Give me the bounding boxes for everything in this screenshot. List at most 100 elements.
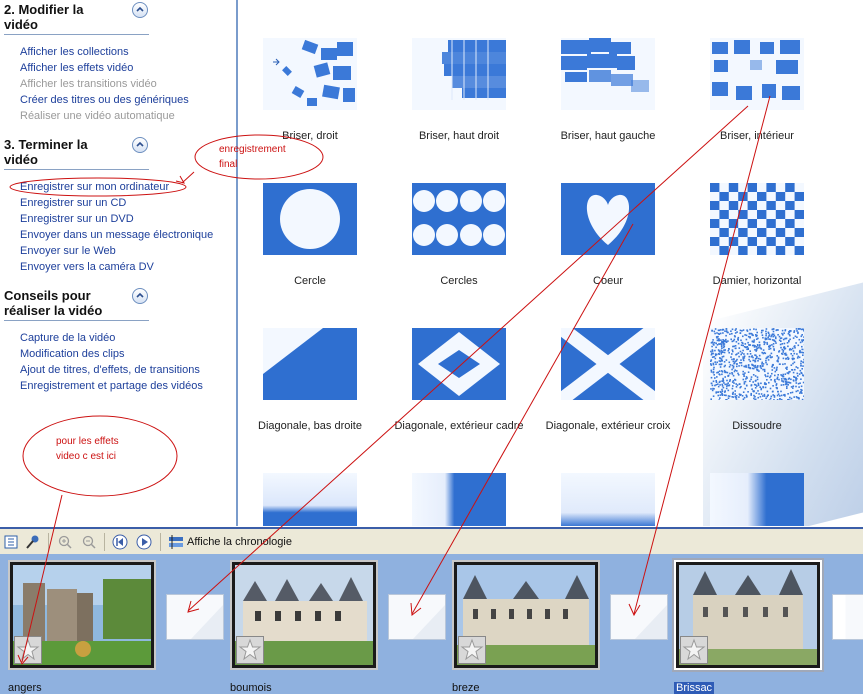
zoom-out-icon[interactable] <box>81 534 97 550</box>
task-send-email[interactable]: Envoyer dans un message électronique <box>20 229 213 241</box>
effect-cercle[interactable]: Cercle <box>239 183 389 313</box>
effect-diagonale-exterieur-cadre[interactable]: Diagonale, extérieur cadre <box>388 328 538 458</box>
collapse-section-modify-button[interactable] <box>132 2 148 18</box>
tip-capture[interactable]: Capture de la vidéo <box>20 332 115 344</box>
effect-row4-4[interactable] <box>686 473 836 526</box>
effect-thumbnail <box>710 473 804 526</box>
effect-thumbnail <box>561 183 655 255</box>
effect-damier-horizontal[interactable]: Damier, horizontal <box>686 183 836 313</box>
effect-dissoudre[interactable]: Dissoudre <box>686 328 836 458</box>
effect-thumbnail <box>412 183 506 255</box>
effect-label: Briser, intérieur <box>720 130 794 142</box>
play-icon[interactable] <box>136 534 152 550</box>
section-tips-title: Conseils pour réaliser la vidéo <box>4 288 149 321</box>
effect-star-icon[interactable] <box>680 636 708 664</box>
effect-thumbnail <box>561 38 655 110</box>
effect-thumbnail <box>263 183 357 255</box>
toolbar-separator <box>104 533 105 551</box>
effect-thumbnail <box>710 328 804 400</box>
transition-slot[interactable] <box>166 594 224 640</box>
zoom-in-icon[interactable] <box>57 534 73 550</box>
effect-diagonale-exterieur-croix[interactable]: Diagonale, extérieur croix <box>537 328 687 458</box>
section-tips-title-line1: Conseils pour <box>4 288 91 303</box>
task-show-video-effects[interactable]: Afficher les effets vidéo <box>20 62 133 74</box>
section-modify-title-line1: 2. Modifier la <box>4 2 84 17</box>
effect-label: Briser, haut droit <box>418 130 500 142</box>
effect-star-icon[interactable] <box>236 636 264 664</box>
effect-label: Diagonale, extérieur croix <box>545 420 671 432</box>
tip-add-titles[interactable]: Ajout de titres, d'effets, de transition… <box>20 364 200 376</box>
effect-thumbnail <box>561 328 655 400</box>
task-send-dv-camera[interactable]: Envoyer vers la caméra DV <box>20 261 154 273</box>
collapse-section-finish-button[interactable] <box>132 137 148 153</box>
effect-briser-interieur[interactable]: Briser, intérieur <box>686 38 836 168</box>
storyboard-toolbar: Affiche la chronologie <box>0 527 863 554</box>
annotation-final-save: enregistrement final <box>219 142 286 172</box>
toolbar-separator <box>160 533 161 551</box>
annotation-video-effects: pour les effets video c est ici <box>56 434 119 464</box>
effect-thumbnail <box>412 473 506 526</box>
effect-star-icon[interactable] <box>14 636 42 664</box>
task-show-collections[interactable]: Afficher les collections <box>20 46 129 58</box>
effect-label: Briser, haut gauche <box>560 130 656 142</box>
effect-thumbnail <box>710 183 804 255</box>
toolbar-separator <box>48 533 49 551</box>
collapse-section-tips-button[interactable] <box>132 288 148 304</box>
tip-save-share[interactable]: Enregistrement et partage des vidéos <box>20 380 203 392</box>
effect-row4-2[interactable] <box>388 473 538 526</box>
clip-angers[interactable] <box>8 560 156 670</box>
effect-coeur[interactable]: Coeur <box>537 183 687 313</box>
effect-label: Dissoudre <box>732 420 782 432</box>
storyboard: angers boumois breze Brissac <box>0 554 863 694</box>
narrate-microphone-icon[interactable] <box>25 534 41 550</box>
effect-thumbnail <box>561 473 655 526</box>
task-save-to-dvd[interactable]: Enregistrer sur un DVD <box>20 213 134 225</box>
storyboard-icon[interactable] <box>3 534 19 550</box>
effect-cercles[interactable]: Cercles <box>388 183 538 313</box>
task-save-to-cd[interactable]: Enregistrer sur un CD <box>20 197 126 209</box>
effect-thumbnail <box>263 473 357 526</box>
clip-label-boumois: boumois <box>230 682 272 694</box>
transition-slot[interactable] <box>610 594 668 640</box>
rewind-icon[interactable] <box>112 534 128 550</box>
effect-thumbnail <box>412 38 506 110</box>
annotation-line: video c est ici <box>56 451 117 462</box>
effect-label: Briser, droit <box>282 130 338 142</box>
task-automovie[interactable]: Réaliser une vidéo automatique <box>20 110 175 122</box>
effect-row4-1[interactable] <box>239 473 389 526</box>
chevron-up-icon <box>136 6 144 12</box>
tip-edit-clips[interactable]: Modification des clips <box>20 348 125 360</box>
task-save-to-computer[interactable]: Enregistrer sur mon ordinateur <box>20 181 169 193</box>
clip-label-brissac[interactable]: Brissac <box>674 682 715 694</box>
effect-star-icon[interactable] <box>458 636 486 664</box>
transition-slot[interactable] <box>388 594 446 640</box>
effect-briser-haut-gauche[interactable]: Briser, haut gauche <box>537 38 687 168</box>
task-pane: 2. Modifier la vidéo Afficher les collec… <box>0 0 238 526</box>
task-send-web[interactable]: Envoyer sur le Web <box>20 245 116 257</box>
section-finish-title-line2: vidéo <box>4 152 38 167</box>
effects-grid: Briser, droit Briser, haut droit Briser,… <box>238 0 863 526</box>
effect-label: Diagonale, extérieur cadre <box>394 420 524 432</box>
effect-thumbnail <box>263 38 357 110</box>
clip-breze[interactable] <box>452 560 600 670</box>
task-show-video-transitions[interactable]: Afficher les transitions vidéo <box>20 78 157 90</box>
transition-placeholder-icon <box>611 595 667 639</box>
effect-briser-haut-droit[interactable]: Briser, haut droit <box>388 38 538 168</box>
chevron-up-icon <box>136 292 144 298</box>
timeline-icon[interactable] <box>168 534 184 550</box>
effect-label: Cercle <box>294 275 326 287</box>
effect-row4-3[interactable] <box>537 473 687 526</box>
effect-thumbnail <box>710 38 804 110</box>
transition-placeholder-icon <box>389 595 445 639</box>
effect-thumbnail <box>263 328 357 400</box>
annotation-line: pour les effets <box>56 436 119 447</box>
section-modify-title-line2: vidéo <box>4 17 38 32</box>
transition-slot[interactable] <box>832 594 863 640</box>
show-timeline-button[interactable]: Affiche la chronologie <box>187 536 292 548</box>
clip-boumois[interactable] <box>230 560 378 670</box>
effect-diagonale-bas-droite[interactable]: Diagonale, bas droite <box>239 328 389 458</box>
clip-label-angers: angers <box>8 682 42 694</box>
transition-placeholder-icon <box>167 595 223 639</box>
clip-brissac[interactable] <box>672 558 824 672</box>
task-create-titles[interactable]: Créer des titres ou des génériques <box>20 94 189 106</box>
